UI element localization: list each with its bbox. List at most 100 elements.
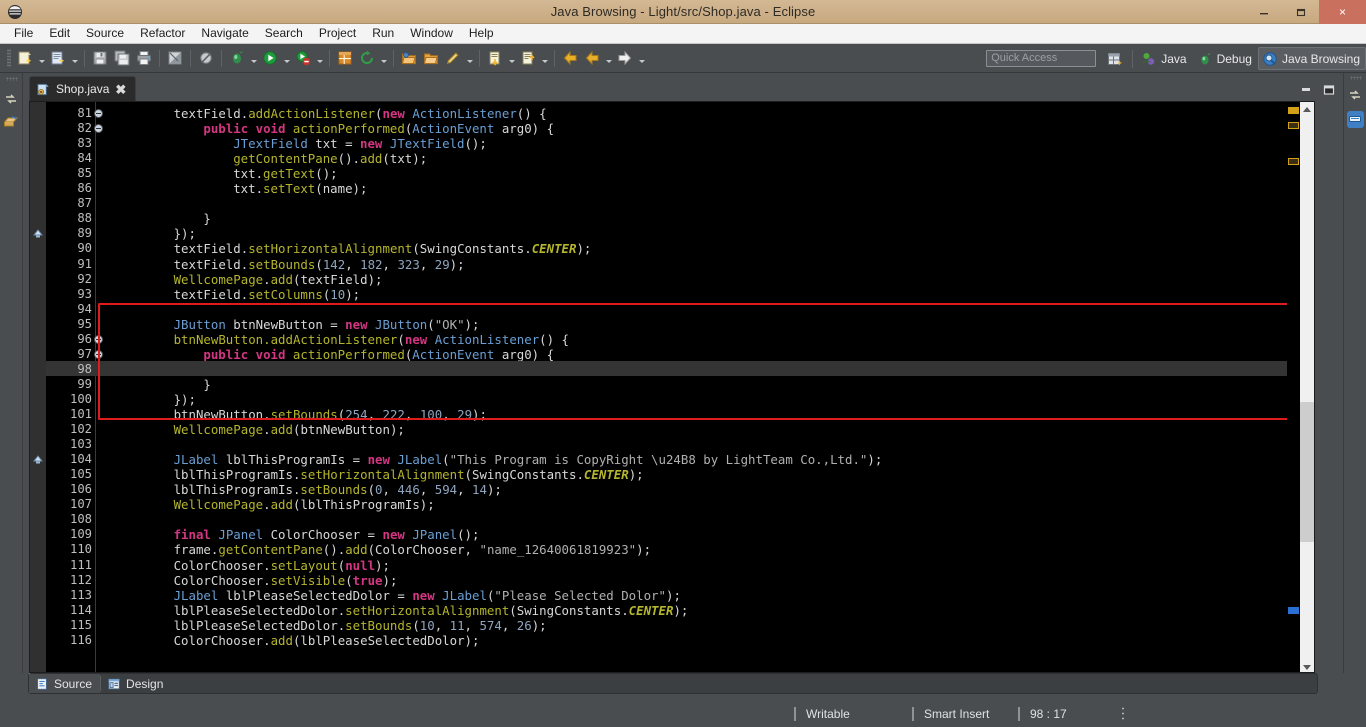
new-wizard-dropdown[interactable] xyxy=(36,47,47,69)
code-line[interactable]: 90 textField.setHorizontalAlignment(Swing… xyxy=(30,241,1314,256)
code-line[interactable]: 87 xyxy=(30,196,1314,211)
code-line[interactable]: 100}); xyxy=(30,392,1314,407)
status-resize-grip[interactable] xyxy=(1120,706,1125,722)
debug-dropdown[interactable] xyxy=(248,47,259,69)
run-external-tools-dropdown[interactable] xyxy=(314,47,325,69)
menu-file[interactable]: File xyxy=(6,24,41,43)
next-annotation-button[interactable] xyxy=(484,47,506,69)
debug-button[interactable] xyxy=(226,47,248,69)
vscroll-track[interactable] xyxy=(1300,116,1314,660)
new-java-class-button[interactable] xyxy=(47,47,69,69)
code-line[interactable]: 97 public void actionPerformed(ActionEven… xyxy=(30,347,1314,362)
code-line[interactable]: 111 ColorChooser.setLayout(null); xyxy=(30,558,1314,573)
code-editor[interactable]: 81 textField.addActionListener(new Action… xyxy=(29,101,1315,673)
menu-help[interactable]: Help xyxy=(461,24,502,43)
next-annotation-dropdown[interactable] xyxy=(506,47,517,69)
code-line[interactable]: 104 JLabel lblThisProgramIs = new JLabel(… xyxy=(30,452,1314,467)
tab-source[interactable]: Source xyxy=(29,674,101,693)
perspective-debug[interactable]: Debug xyxy=(1193,47,1258,70)
code-line[interactable]: 109 final JPanel ColorChooser = new JPane… xyxy=(30,527,1314,542)
overview-marker[interactable] xyxy=(1288,158,1299,165)
code-line[interactable]: 81 textField.addActionListener(new Action… xyxy=(30,106,1314,121)
override-marker-icon[interactable] xyxy=(94,349,103,359)
code-line[interactable]: 106 lblThisProgramIs.setBounds(0, 446, 59… xyxy=(30,482,1314,497)
menu-navigate[interactable]: Navigate xyxy=(193,24,256,43)
code-line[interactable]: 101 btnNewButton.setBounds(254, 222, 100,… xyxy=(30,407,1314,422)
code-line[interactable]: 98 xyxy=(30,362,1314,377)
code-line[interactable]: 84 getContentPane().add(txt); xyxy=(30,151,1314,166)
previous-annotation-button[interactable] xyxy=(517,47,539,69)
overview-marker[interactable] xyxy=(1288,122,1299,129)
code-line[interactable]: 82 public void actionPerformed(ActionEven… xyxy=(30,121,1314,136)
restore-left-views-button[interactable] xyxy=(3,91,20,108)
open-perspective-button[interactable] xyxy=(1104,48,1126,70)
run-external-tools-button[interactable] xyxy=(292,47,314,69)
overview-marker[interactable] xyxy=(1288,607,1299,614)
previous-annotation-dropdown[interactable] xyxy=(539,47,550,69)
code-line[interactable]: 115 lblPleaseSelectedDolor.setBounds(10, … xyxy=(30,618,1314,633)
code-line[interactable]: 93 textField.setColumns(10); xyxy=(30,287,1314,302)
editor-tab-shop-java[interactable]: Shop.java ✖ xyxy=(29,76,137,101)
menu-run[interactable]: Run xyxy=(364,24,402,43)
run-button[interactable] xyxy=(259,47,281,69)
vscroll-thumb[interactable] xyxy=(1300,402,1314,542)
quick-assist-marker-82[interactable] xyxy=(31,228,45,242)
maximize-window-button[interactable] xyxy=(1282,0,1319,24)
new-wizard-button[interactable] xyxy=(14,47,36,69)
code-line[interactable]: 107 WellcomePage.add(lblThisProgramIs); xyxy=(30,497,1314,512)
code-line[interactable]: 113 JLabel lblPleaseSelectedDolor = new J… xyxy=(30,588,1314,603)
restore-right-views-button[interactable] xyxy=(1347,87,1364,104)
editor-tab-close-icon[interactable]: ✖ xyxy=(114,83,127,96)
code-text[interactable]: 81 textField.addActionListener(new Action… xyxy=(30,102,1314,672)
maximize-editor-button[interactable] xyxy=(1319,81,1339,99)
code-line[interactable]: 86 txt.setText(name); xyxy=(30,181,1314,196)
vscroll-up-button[interactable] xyxy=(1300,102,1314,116)
skip-all-breakpoints-button[interactable] xyxy=(195,47,217,69)
code-line[interactable]: 114 lblPleaseSelectedDolor.setHorizontalA… xyxy=(30,603,1314,618)
menu-refactor[interactable]: Refactor xyxy=(132,24,193,43)
vscroll-down-button[interactable] xyxy=(1300,660,1314,672)
forward-dropdown[interactable] xyxy=(636,47,647,69)
perspective-java[interactable]: Java xyxy=(1137,47,1192,70)
code-line[interactable]: 83 JTextField txt = new JTextField(); xyxy=(30,136,1314,151)
right-bar-grip[interactable] xyxy=(1350,76,1362,80)
close-window-button[interactable]: × xyxy=(1319,0,1366,24)
code-line[interactable]: 110 frame.getContentPane().add(ColorChoos… xyxy=(30,542,1314,557)
packages-view-button[interactable] xyxy=(3,113,20,130)
override-marker-icon[interactable] xyxy=(94,109,103,118)
code-line[interactable]: 92 WellcomePage.add(textField); xyxy=(30,272,1314,287)
menu-window[interactable]: Window xyxy=(402,24,461,43)
overview-ruler[interactable] xyxy=(1287,102,1300,672)
menu-search[interactable]: Search xyxy=(257,24,311,43)
code-line[interactable]: 102 WellcomePage.add(btnNewButton); xyxy=(30,422,1314,437)
code-line[interactable]: 108 xyxy=(30,512,1314,527)
perspective-java-browsing[interactable]: Java Browsing xyxy=(1257,47,1366,70)
refresh-button[interactable] xyxy=(356,47,378,69)
refresh-dropdown[interactable] xyxy=(378,47,389,69)
outline-view-button[interactable] xyxy=(1347,111,1364,128)
edit-dropdown[interactable] xyxy=(464,47,475,69)
open-task-button[interactable] xyxy=(420,47,442,69)
new-java-project-button[interactable] xyxy=(334,47,356,69)
save-all-button[interactable] xyxy=(111,47,133,69)
left-bar-grip[interactable] xyxy=(6,77,18,81)
toggle-breakpoint-button[interactable] xyxy=(164,47,186,69)
quick-assist-marker-97[interactable] xyxy=(31,454,45,468)
code-line[interactable]: 116 ColorChooser.add(lblPleaseSelectedDol… xyxy=(30,633,1314,648)
code-line[interactable]: 94 xyxy=(30,302,1314,317)
tab-design[interactable]: Design xyxy=(101,674,171,693)
code-line[interactable]: 99} xyxy=(30,377,1314,392)
status-insert-mode[interactable]: Smart Insert xyxy=(924,707,1004,721)
run-dropdown[interactable] xyxy=(281,47,292,69)
editor-vertical-scrollbar[interactable] xyxy=(1300,102,1314,672)
print-button[interactable] xyxy=(133,47,155,69)
minimize-window-button[interactable] xyxy=(1245,0,1282,24)
toolbar-grip[interactable] xyxy=(7,49,11,67)
code-line[interactable]: 103 xyxy=(30,437,1314,452)
minimize-editor-button[interactable] xyxy=(1296,81,1316,99)
quick-access-input[interactable]: Quick Access xyxy=(986,50,1097,67)
edit-button[interactable] xyxy=(442,47,464,69)
code-line[interactable]: 89}); xyxy=(30,226,1314,241)
code-line[interactable]: 112 ColorChooser.setVisible(true); xyxy=(30,573,1314,588)
new-java-class-dropdown[interactable] xyxy=(69,47,80,69)
